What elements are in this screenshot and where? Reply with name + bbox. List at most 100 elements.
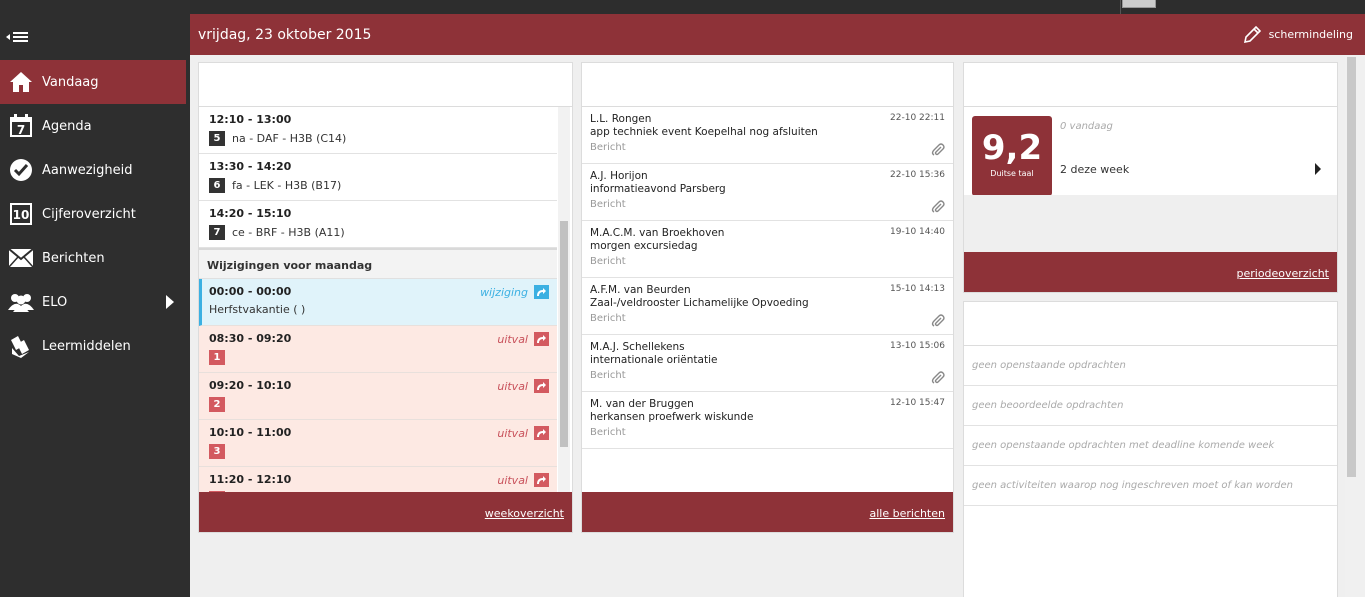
sidebar-item-label: Berichten bbox=[42, 250, 105, 266]
lesson-desc: ce - BRF - H3B (A11) bbox=[232, 226, 345, 239]
sidebar-item-label: Agenda bbox=[42, 118, 92, 134]
change-item[interactable]: 09:20 - 10:10 2 uitval bbox=[199, 373, 557, 420]
cancel-icon bbox=[534, 426, 549, 440]
lesson-time: 13:30 - 14:20 bbox=[209, 160, 292, 173]
change-type-label: wijziging bbox=[480, 285, 528, 299]
check-circle-icon bbox=[8, 157, 34, 183]
message-subject: internationale oriëntatie bbox=[590, 354, 718, 366]
message-subject: app techniek event Koepelhal nog afsluit… bbox=[590, 126, 818, 138]
opdrachten-widget: geen openstaande opdrachten geen beoorde… bbox=[963, 301, 1338, 597]
cijfers-widget-footer: periodeoverzicht bbox=[964, 252, 1337, 292]
message-subject: morgen excursiedag bbox=[590, 240, 698, 252]
grade-icon: 10 bbox=[8, 201, 34, 227]
grades-this-week-row[interactable]: 2 deze week bbox=[1052, 145, 1337, 193]
sidebar-item-agenda[interactable]: 7 Agenda bbox=[0, 104, 190, 148]
sidebar: Vandaag 7 Agenda Aanwezigheid 10 Cijfero… bbox=[0, 0, 190, 597]
change-type-label: uitval bbox=[497, 379, 528, 393]
change-item[interactable]: 10:10 - 11:00 3 uitval bbox=[199, 420, 557, 467]
cijfers-widget: 9,2 Duitse taal 0 vandaag 2 deze week pe… bbox=[963, 62, 1338, 293]
assignment-status: geen openstaande opdrachten bbox=[964, 346, 1337, 386]
sidebar-topbar bbox=[0, 0, 190, 14]
cancel-icon bbox=[534, 379, 549, 393]
periodeoverzicht-link[interactable]: periodeoverzicht bbox=[1236, 267, 1329, 280]
books-icon bbox=[8, 333, 34, 359]
sidebar-item-label: ELO bbox=[42, 294, 68, 310]
svg-text:10: 10 bbox=[13, 208, 30, 222]
message-subject: informatieavond Parsberg bbox=[590, 183, 726, 195]
lesson-item[interactable]: 12:10 - 13:00 5 na - DAF - H3B (C14) bbox=[199, 107, 557, 154]
rooster-widget-footer: weekoverzicht bbox=[199, 492, 572, 532]
menu-toggle[interactable] bbox=[0, 14, 190, 60]
paperclip-icon bbox=[931, 314, 945, 327]
lesson-hour-badge: 2 bbox=[209, 397, 225, 412]
lesson-hour-badge: 1 bbox=[209, 350, 225, 365]
message-date: 12-10 15:47 bbox=[890, 398, 945, 408]
rooster-widget-header bbox=[199, 63, 572, 107]
lesson-item[interactable]: 14:20 - 15:10 7 ce - BRF - H3B (A11) bbox=[199, 201, 557, 248]
home-icon bbox=[8, 69, 34, 95]
avatar[interactable] bbox=[1122, 0, 1156, 8]
paperclip-icon bbox=[931, 143, 945, 156]
message-type: Bericht bbox=[590, 427, 626, 438]
chevron-right-icon bbox=[1315, 163, 1321, 175]
weekoverzicht-link[interactable]: weekoverzicht bbox=[485, 507, 564, 520]
page-header: vrijdag, 23 oktober 2015 schermindeling bbox=[190, 14, 1365, 55]
message-item[interactable]: A.J. Horijon informatieavond Parsberg Be… bbox=[582, 164, 953, 221]
message-date: 15-10 14:13 bbox=[890, 284, 945, 294]
message-type: Bericht bbox=[590, 370, 626, 381]
message-type: Bericht bbox=[590, 199, 626, 210]
message-item[interactable]: A.F.M. van Beurden Zaal-/veldrooster Lic… bbox=[582, 278, 953, 335]
message-item[interactable]: M.A.J. Schellekens internationale oriënt… bbox=[582, 335, 953, 392]
sidebar-item-vandaag[interactable]: Vandaag bbox=[0, 60, 186, 104]
lesson-item[interactable]: 13:30 - 14:20 6 fa - LEK - H3B (B17) bbox=[199, 154, 557, 201]
cancel-icon bbox=[534, 332, 549, 346]
calendar-icon: 7 bbox=[8, 113, 34, 139]
change-icon bbox=[534, 285, 549, 299]
lesson-time: 14:20 - 15:10 bbox=[209, 207, 292, 220]
grades-this-week: 2 deze week bbox=[1060, 162, 1130, 176]
page-scrollbar[interactable] bbox=[1345, 55, 1365, 597]
cijfers-widget-header bbox=[964, 63, 1337, 107]
schermindeling-button[interactable]: schermindeling bbox=[1243, 25, 1353, 44]
message-date: 19-10 14:40 bbox=[890, 227, 945, 237]
changes-heading: Wijzigingen voor maandag bbox=[199, 248, 557, 279]
sidebar-item-elo[interactable]: ELO bbox=[0, 280, 190, 324]
sidebar-item-label: Cijferoverzicht bbox=[42, 206, 136, 222]
sidebar-item-cijferoverzicht[interactable]: 10 Cijferoverzicht bbox=[0, 192, 190, 236]
svg-text:7: 7 bbox=[17, 123, 25, 137]
message-item[interactable]: M. van der Bruggen herkansen proefwerk w… bbox=[582, 392, 953, 449]
alle-berichten-link[interactable]: alle berichten bbox=[869, 507, 945, 520]
sidebar-item-aanwezigheid[interactable]: Aanwezigheid bbox=[0, 148, 190, 192]
message-date: 22-10 15:36 bbox=[890, 170, 945, 180]
change-type-label: uitval bbox=[497, 473, 528, 487]
lesson-desc: fa - LEK - H3B (B17) bbox=[232, 179, 342, 192]
rooster-widget: 12:10 - 13:00 5 na - DAF - H3B (C14) 13:3… bbox=[198, 62, 573, 533]
grade-subject: Duitse taal bbox=[990, 169, 1034, 178]
rooster-scrollbar[interactable] bbox=[558, 107, 570, 492]
change-item[interactable]: 11:20 - 12:10 4 uitval bbox=[199, 467, 557, 492]
message-date: 22-10 22:11 bbox=[890, 113, 945, 123]
page-scrollbar-thumb[interactable] bbox=[1347, 57, 1356, 477]
berichten-widget: L.L. Rongen app techniek event Koepelhal… bbox=[581, 62, 954, 533]
message-item[interactable]: L.L. Rongen app techniek event Koepelhal… bbox=[582, 107, 953, 164]
change-item[interactable]: 08:30 - 09:20 1 uitval bbox=[199, 326, 557, 373]
latest-grade-tile[interactable]: 9,2 Duitse taal bbox=[972, 116, 1052, 196]
berichten-list: L.L. Rongen app techniek event Koepelhal… bbox=[582, 107, 953, 449]
change-type-label: uitval bbox=[497, 426, 528, 440]
lesson-desc: na - DAF - H3B (C14) bbox=[232, 132, 347, 145]
lesson-hour-badge: 7 bbox=[209, 225, 225, 240]
main-content: vrijdag, 23 oktober 2015 schermindeling … bbox=[190, 14, 1365, 597]
sidebar-item-berichten[interactable]: Berichten bbox=[0, 236, 190, 280]
rooster-scrollbar-thumb[interactable] bbox=[560, 221, 568, 447]
lesson-hour-badge: 6 bbox=[209, 178, 225, 193]
change-item[interactable]: 00:00 - 00:00 Herfstvakantie ( ) wijzigi… bbox=[199, 279, 557, 326]
message-item[interactable]: M.A.C.M. van Broekhoven morgen excursied… bbox=[582, 221, 953, 278]
message-subject: herkansen proefwerk wiskunde bbox=[590, 411, 754, 423]
rooster-list: 12:10 - 13:00 5 na - DAF - H3B (C14) 13:3… bbox=[199, 107, 557, 492]
pencil-icon bbox=[1243, 25, 1261, 43]
sidebar-item-label: Aanwezigheid bbox=[42, 162, 133, 178]
change-type-label: uitval bbox=[497, 332, 528, 346]
message-date: 13-10 15:06 bbox=[890, 341, 945, 351]
lesson-hour-badge: 3 bbox=[209, 444, 225, 459]
sidebar-item-leermiddelen[interactable]: Leermiddelen bbox=[0, 324, 190, 368]
